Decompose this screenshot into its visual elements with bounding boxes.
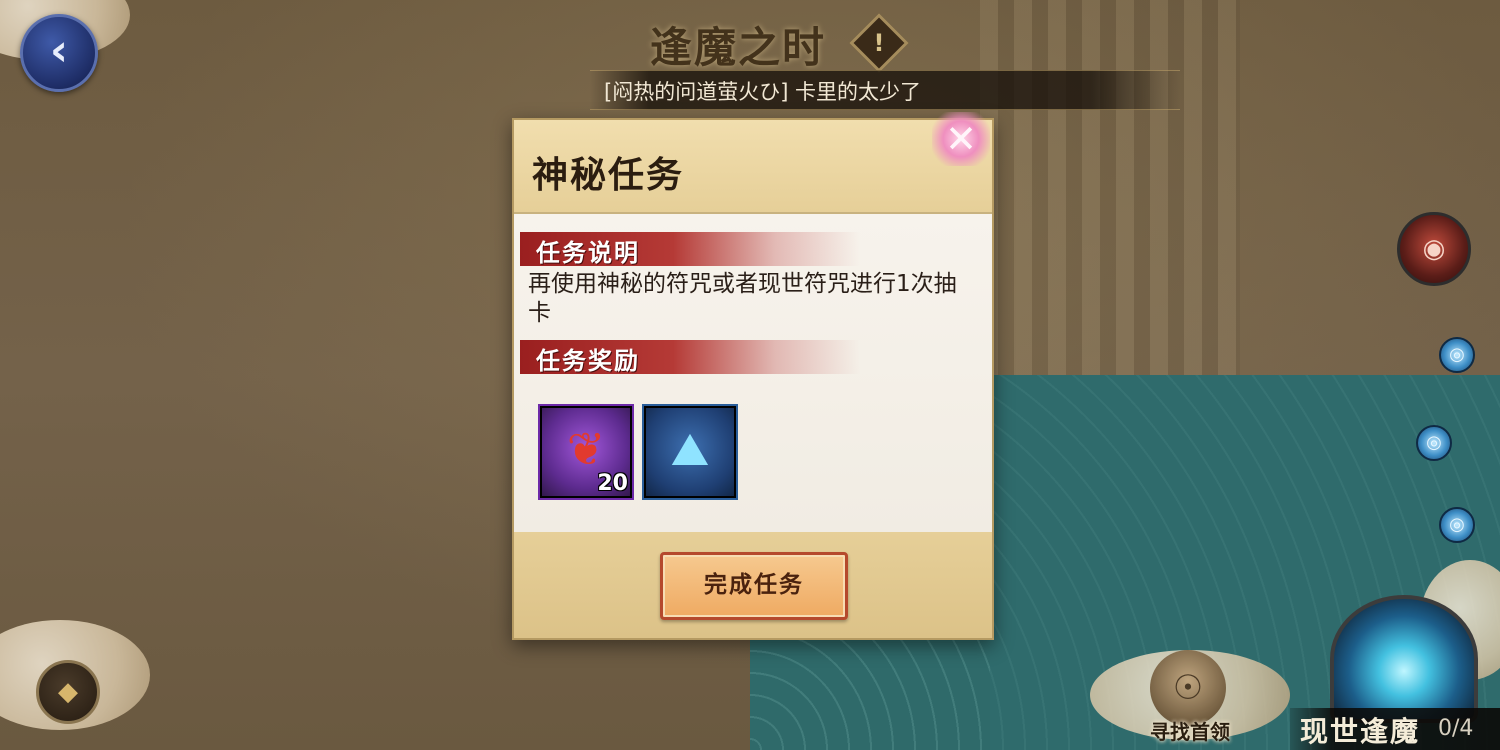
background-curtain [980,0,1240,380]
reward-section-header: 任务奖励 [520,340,860,375]
portal-gate-button[interactable] [1330,595,1478,723]
mystery-task-dialog: 神秘任务 任务说明 再使用神秘的符咒或者现世符咒进行1次抽卡 任务奖励 ❦ 20… [512,118,994,640]
path-node[interactable]: ◎ [1416,425,1452,461]
marquee-text: [闷热的问道萤火ひ] 卡里的太少了 [604,80,922,104]
description-header-label: 任务说明 [536,238,640,267]
dialog-title: 神秘任务 [532,154,685,196]
blue-stone-altar-icon: ⛰ [670,422,710,476]
portal-title: 现世逢魔 [1300,715,1421,748]
compass-button[interactable]: ◆ [36,660,100,724]
exclamation-icon: ! [873,29,885,57]
reward-item[interactable]: ⛰ [642,404,738,500]
boss-node[interactable]: ◉ [1397,212,1471,286]
dialog-header: 神秘任务 [514,120,992,214]
swirl-icon: ◎ [1426,432,1442,453]
back-button[interactable]: ‹ [20,14,98,92]
compass-icon: ◆ [58,677,78,707]
task-description: 再使用神秘的符咒或者现世符咒进行1次抽卡 [528,271,957,326]
find-leader-label: 寻找首领 [1150,720,1230,744]
event-title: 逢魔之时 [650,23,827,72]
reward-header-label: 任务奖励 [536,346,640,375]
path-node[interactable]: ◎ [1439,337,1475,373]
close-button[interactable]: ✕ [932,112,990,166]
dialog-body: 任务说明 再使用神秘的符咒或者现世符咒进行1次抽卡 任务奖励 ❦ 20 ⛰ [514,214,992,532]
path-node[interactable]: ◎ [1439,507,1475,543]
swirl-icon: ◎ [1449,344,1465,365]
find-leader-button[interactable]: ☉ [1150,650,1226,726]
portal-progress-count: 0/4 [1438,716,1474,741]
demon-mask-icon: ◉ [1422,234,1446,264]
back-arrow-icon: ‹ [49,25,69,76]
complete-task-label: 完成任务 [704,572,804,598]
chat-marquee: [闷热的问道萤火ひ] 卡里的太少了 [590,70,1180,110]
swirl-icon: ◎ [1449,514,1465,535]
close-icon: ✕ [945,117,977,161]
dialog-footer: 完成任务 [514,532,992,638]
reward-quantity: 20 [597,471,628,496]
reward-item[interactable]: ❦ 20 [538,404,634,500]
magnifier-icon: ☉ [1172,668,1204,708]
complete-task-button[interactable]: 完成任务 [660,552,848,620]
description-section-header: 任务说明 [520,232,860,267]
